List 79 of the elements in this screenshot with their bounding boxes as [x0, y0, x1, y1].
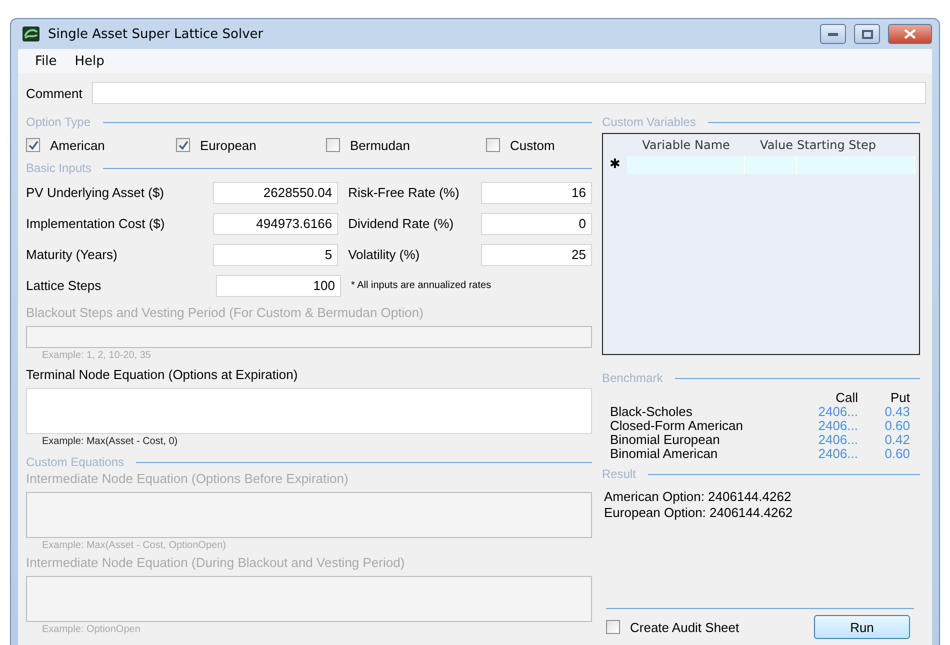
checkbox-label: Bermudan [350, 138, 410, 152]
column-header: Value [759, 138, 794, 152]
equation-field[interactable] [26, 388, 592, 434]
checkbox-label: Create Audit Sheet [630, 620, 740, 634]
run-button[interactable]: Run [814, 615, 910, 639]
note-text: * All inputs are annualized rates [350, 280, 492, 291]
number-field[interactable]: 25 [481, 244, 592, 266]
group-title: Basic Inputs [26, 161, 92, 175]
example-text: Example: 1, 2, 10-20, 35 [41, 350, 152, 361]
comment-field[interactable] [92, 82, 926, 104]
field-label: Intermediate Node Equation (During Blackout and Vesting Period) [26, 555, 406, 570]
checkbox[interactable] [486, 138, 500, 152]
put-value: 0.60 [884, 447, 910, 461]
minimize-button[interactable] [820, 24, 846, 44]
group-title: Option Type [26, 115, 90, 129]
checkbox[interactable] [26, 138, 40, 152]
maximize-icon [862, 30, 872, 38]
check-icon [178, 140, 188, 150]
example-text: Example: Max(Asset - Cost, 0) [41, 436, 179, 447]
call-value: 2406... [817, 447, 858, 461]
close-icon [904, 29, 916, 39]
field-label: Terminal Node Equation (Options at Expiration) [26, 367, 299, 382]
number-field[interactable]: 2628550.04 [213, 182, 338, 204]
column-header: Variable Name [641, 138, 731, 152]
column-header: Call [834, 391, 858, 405]
number-field[interactable]: 16 [481, 182, 592, 204]
checkbox-label: American [50, 138, 105, 152]
field-label: Blackout Steps and Vesting Period (For Custom & Bermudan Option) [26, 305, 424, 320]
column-header: Starting Step [796, 138, 878, 152]
menu-item[interactable]: File [26, 54, 66, 68]
column-header: Put [889, 391, 910, 405]
menu-item[interactable]: Help [66, 54, 114, 68]
checkbox-label: Custom [510, 138, 555, 152]
field-label: Comment [26, 86, 82, 100]
close-button[interactable] [888, 24, 932, 44]
minimize-icon [828, 32, 838, 36]
number-field[interactable]: 0 [481, 212, 592, 234]
grid-cell[interactable] [797, 156, 915, 174]
field-label: Lattice Steps [26, 278, 102, 293]
call-value: 2406... [817, 405, 858, 419]
checkbox-label: European [200, 138, 256, 152]
row-label: Binomial American [610, 447, 718, 461]
field-label: Implementation Cost ($) [26, 216, 166, 231]
put-value: 0.43 [884, 405, 910, 419]
result-text: American Option: 2406144.4262 [604, 489, 792, 505]
put-value: 0.42 [884, 433, 910, 447]
field-label: PV Underlying Asset ($) [26, 185, 166, 200]
result-text: European Option: 2406144.4262 [604, 505, 794, 521]
number-field[interactable]: 100 [216, 274, 341, 296]
example-text: Example: Max(Asset - Cost, OptionOpen) [41, 540, 227, 551]
check-icon [28, 140, 38, 150]
group-title: Custom Equations [26, 455, 124, 469]
variables-grid[interactable]: Variable Name Value Starting Step ✱ [602, 133, 920, 355]
field-label: Volatility (%) [347, 247, 421, 262]
grid-cell[interactable] [627, 156, 745, 174]
field-label: Risk-Free Rate (%) [347, 185, 460, 200]
maximize-button[interactable] [854, 24, 880, 44]
group-title: Result [602, 467, 636, 481]
checkbox[interactable] [326, 138, 340, 152]
call-value: 2406... [817, 433, 858, 447]
checkbox[interactable] [176, 138, 190, 152]
app-icon [22, 26, 40, 42]
row-label: Closed-Form American [610, 419, 744, 433]
field-label: Maturity (Years) [26, 247, 118, 262]
window-title: Single Asset Super Lattice Solver [48, 26, 264, 42]
call-value: 2406... [817, 419, 858, 433]
row-label: Binomial European [610, 433, 721, 447]
group-title: Custom Variables [602, 115, 696, 129]
field-label: Intermediate Node Equation (Options Before Expiration) [26, 471, 350, 486]
field-label: Dividend Rate (%) [347, 216, 455, 231]
grid-cell[interactable] [745, 156, 797, 174]
put-value: 0.60 [884, 419, 910, 433]
number-field[interactable]: 494973.6166 [213, 212, 338, 234]
example-text: Example: OptionOpen [41, 624, 142, 635]
new-row-marker: ✱ [608, 156, 622, 173]
number-field[interactable]: 5 [213, 244, 338, 266]
checkbox[interactable] [606, 620, 620, 634]
row-label: Black-Scholes [610, 405, 694, 419]
group-title: Benchmark [602, 371, 663, 385]
